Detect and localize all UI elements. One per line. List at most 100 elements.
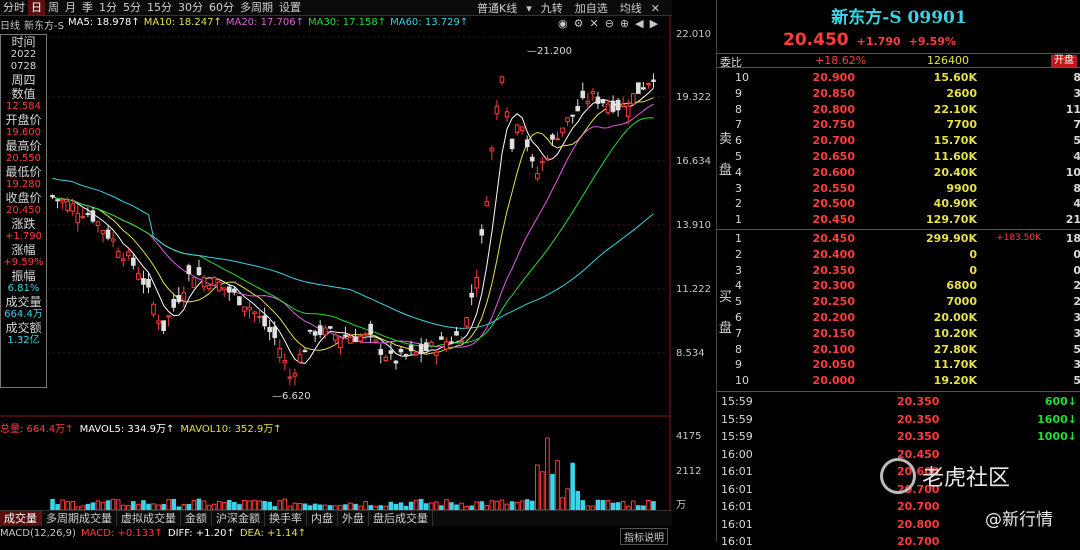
order-price: 20.050 [812,358,855,372]
ma-button[interactable]: 均线 [617,0,645,16]
period-tab[interactable]: 多周期 [237,0,276,15]
volume-bar [630,500,636,511]
ask-row[interactable]: 10 20.900 15.60K 8 [717,70,1080,85]
y-axis-label: 万 [676,500,686,511]
candle-body [646,82,651,85]
close-icon[interactable]: ✕ [651,2,660,15]
period-tab[interactable]: 周 [45,0,62,15]
level: 8 [735,342,742,356]
period-tab[interactable]: 季 [79,0,96,15]
candle-body [110,238,116,242]
ask-side-label: 卖 盘 [719,128,732,178]
bid-row[interactable]: 7 20.150 10.20K 3 [717,326,1080,341]
order-price: 20.350 [812,263,855,277]
bid-row[interactable]: 6 20.200 20.00K 3 [717,310,1080,325]
kline-chart[interactable] [0,16,716,542]
level: 8 [735,102,742,116]
bid-row[interactable]: 10 20.000 19.20K 5 [717,373,1080,388]
ma-line [52,117,654,348]
candle-body [454,331,459,336]
candle-body [206,285,212,290]
y-axis-label: 19.322 [676,92,711,103]
order-price: 20.250 [812,295,855,309]
add-watch-button[interactable]: 加自选 [572,0,611,16]
period-tab[interactable]: 60分 [206,0,237,15]
level: 9 [735,358,742,372]
ask-row[interactable]: 7 20.750 7700 7 [717,117,1080,132]
candle-body [434,351,439,356]
indicator-tab[interactable]: 盘后成交量 [369,511,433,526]
watermark-handle: @新行情 [985,510,1053,530]
indicator-help-button[interactable]: 指标说明 [620,528,668,545]
ask-row[interactable]: 5 20.650 11.60K 4 [717,149,1080,164]
chevron-down-icon[interactable]: ▾ [526,2,532,15]
period-tab[interactable]: 1分 [96,0,120,15]
info-label: 最高价 [5,139,42,153]
order-volume: 19.20K [933,374,977,388]
period-tab[interactable]: 15分 [144,0,175,15]
ask-row[interactable]: 3 20.550 9900 8 [717,181,1080,196]
candle-body [307,329,313,332]
candle-body [181,292,187,301]
ask-row[interactable]: 2 20.500 40.90K 4 [717,196,1080,211]
info-label: 振幅 [11,269,36,283]
bid-row[interactable]: 5 20.250 7000 2 [717,294,1080,309]
bid-row[interactable]: 2 20.400 0 0 [717,247,1080,262]
indicator-tab[interactable]: 虚拟成交量 [117,511,181,526]
ask-row[interactable]: 1 20.450 129.70K 21 [717,212,1080,227]
period-tab[interactable]: 分时 [0,0,28,15]
order-count: 4 [1073,150,1080,163]
volume-bar [509,501,515,511]
indicator-tab[interactable]: 多周期成交量 [42,511,117,526]
bid-row[interactable]: 3 20.350 0 0 [717,263,1080,278]
candle-body [100,230,106,235]
indicator-tab[interactable]: 内盘 [307,511,338,526]
volume-bar [449,502,454,511]
candle-body [327,326,333,329]
level: 3 [735,181,742,195]
candle-body [388,350,394,354]
ask-row[interactable]: 9 20.850 2600 3 [717,86,1080,101]
candle-body [459,340,464,343]
nine-turn-button[interactable]: 九转 [538,0,566,16]
info-label: 涨跌 [11,217,36,231]
candle-body [600,99,606,104]
indicator-tab[interactable]: 成交量 [0,511,42,526]
order-price: 20.200 [812,311,855,324]
ask-row[interactable]: 4 20.600 20.40K 10 [717,165,1080,180]
bid-row[interactable]: 8 20.100 27.80K 5 [717,342,1080,357]
info-label: 成交额 [5,321,42,335]
level: 1 [735,232,742,245]
order-volume: 20.40K [933,165,977,179]
indicator-tab[interactable]: 沪深金额 [212,511,265,526]
volume-bar [221,502,227,511]
volume-bar [413,499,419,511]
period-tab[interactable]: 5分 [120,0,144,15]
period-tab[interactable]: 30分 [175,0,206,15]
divider [717,391,1080,392]
level: 2 [735,197,742,211]
period-tab[interactable]: 设置 [276,0,304,15]
volume-bar [514,501,520,511]
ask-row[interactable]: 8 20.800 22.10K 11 [717,102,1080,117]
kline-type-select[interactable]: 普通K线 [474,0,520,16]
candle-body [550,134,555,140]
indicator-tab[interactable]: 外盘 [338,511,369,526]
volume-bar [529,500,535,511]
period-tab[interactable]: 日 [28,0,45,15]
ask-row[interactable]: 6 20.700 15.70K 5 [717,133,1080,148]
indicator-tab[interactable]: 金额 [181,511,212,526]
order-count: 0 [1073,263,1080,277]
order-price: 20.850 [812,86,855,100]
period-tab[interactable]: 月 [62,0,79,15]
bid-row[interactable]: 4 20.300 6800 2 [717,278,1080,293]
candle-body [615,99,621,111]
candle-body [423,342,429,352]
candle-body [55,199,60,202]
watermark-logo [880,458,916,494]
volume-bar [595,499,601,511]
candle-body [312,331,318,336]
bid-row[interactable]: 1 20.450 299.90K +183.50K 18 [717,231,1080,246]
indicator-tab[interactable]: 换手率 [265,511,307,526]
bid-row[interactable]: 9 20.050 11.70K 3 [717,357,1080,372]
